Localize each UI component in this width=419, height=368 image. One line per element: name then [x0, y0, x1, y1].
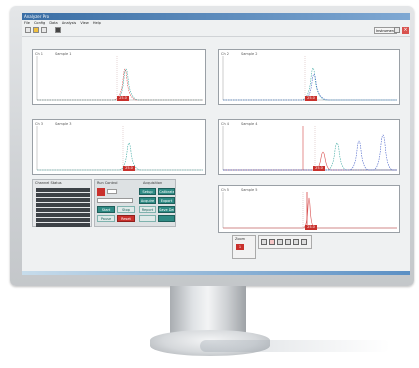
channel-row[interactable]: [36, 188, 90, 192]
channel-status-title: Channel Status: [35, 181, 62, 185]
toolbar: Instrument ×: [22, 26, 410, 37]
run-icon[interactable]: [55, 27, 61, 33]
acquisition-title: Acquisition: [143, 181, 163, 185]
open-icon[interactable]: [25, 27, 31, 33]
plot-3[interactable]: Ch 3 Sample 3 25.0: [32, 119, 206, 175]
alarm-button[interactable]: [97, 188, 105, 196]
save-icon[interactable]: [41, 27, 47, 33]
channel-status-panel: Channel Status: [32, 179, 92, 227]
aux-button-1[interactable]: [139, 215, 156, 222]
stop-button[interactable]: Stop: [117, 206, 135, 213]
menu-view[interactable]: View: [80, 21, 88, 25]
monitor-stand-neck: [170, 286, 246, 334]
menu-help[interactable]: Help: [93, 21, 101, 25]
channel-row[interactable]: [36, 198, 90, 202]
monitor-screen: Analyzer Pro File Config Data Analysis V…: [22, 13, 410, 275]
settings-icon[interactable]: [394, 27, 400, 33]
save-data-button[interactable]: Save Data: [158, 206, 175, 213]
copy-icon[interactable]: [301, 239, 307, 245]
channel-row[interactable]: [36, 223, 90, 227]
plot-2-marker[interactable]: 25.0: [305, 96, 317, 101]
plot-1[interactable]: Ch 1 Sample 1 25.0: [32, 49, 206, 105]
zoom-in-icon[interactable]: [261, 239, 267, 245]
zoom-label: Zoom: [235, 237, 246, 241]
run-control-title: Run Control: [97, 181, 118, 185]
plot-4-marker[interactable]: 25.0: [313, 166, 325, 171]
channel-row[interactable]: [36, 218, 90, 222]
channel-row[interactable]: [36, 203, 90, 207]
window-title: Analyzer Pro: [24, 14, 50, 19]
zoom-control: Zoom 1: [232, 235, 256, 259]
plot-2[interactable]: Ch 2 Sample 2 25.0: [218, 49, 400, 105]
calibrate-button[interactable]: Calibrate: [158, 188, 175, 195]
export-button[interactable]: Export: [158, 197, 175, 204]
value-field[interactable]: [107, 189, 117, 194]
monitor-shadow: [200, 340, 390, 352]
plot-1-marker[interactable]: 25.0: [117, 96, 129, 101]
menu-data[interactable]: Data: [49, 21, 57, 25]
print-icon[interactable]: [293, 239, 299, 245]
channel-row[interactable]: [36, 208, 90, 212]
pan-icon[interactable]: [277, 239, 283, 245]
window-titlebar: Analyzer Pro: [22, 13, 410, 20]
menu-file[interactable]: File: [24, 21, 30, 25]
setpoint-field[interactable]: [97, 198, 133, 203]
channel-row[interactable]: [36, 193, 90, 197]
plot-4[interactable]: Ch 4 Sample 4 25.0: [218, 119, 400, 175]
report-button[interactable]: Report: [139, 206, 156, 213]
aux-button-2[interactable]: [158, 215, 175, 222]
view-tools: [258, 235, 312, 249]
zoom-value[interactable]: 1: [236, 244, 244, 250]
plot-5[interactable]: Ch 5 Sample 5 25.0: [218, 185, 400, 233]
start-button[interactable]: Start: [97, 206, 115, 213]
plot-4-svg: [222, 126, 397, 171]
plot-5-marker[interactable]: 25.0: [305, 225, 317, 230]
menu-config[interactable]: Config: [34, 21, 45, 25]
folder-icon[interactable]: [33, 27, 39, 33]
cursor-icon[interactable]: [285, 239, 291, 245]
close-icon[interactable]: ×: [402, 27, 409, 34]
reset-button[interactable]: Reset: [117, 215, 135, 222]
channel-row[interactable]: [36, 213, 90, 217]
acquire-button[interactable]: Acquire: [139, 197, 156, 204]
plot-3-marker[interactable]: 25.0: [123, 166, 135, 171]
plot-3-svg: [36, 126, 203, 171]
pause-button[interactable]: Pause: [97, 215, 115, 222]
control-panel: Run Control Acquisition Start Stop Pause…: [94, 179, 176, 227]
menu-analysis[interactable]: Analysis: [62, 21, 76, 25]
setup-button[interactable]: Setup: [139, 188, 156, 195]
zoom-out-icon[interactable]: [269, 239, 275, 245]
status-strip: [22, 271, 410, 275]
